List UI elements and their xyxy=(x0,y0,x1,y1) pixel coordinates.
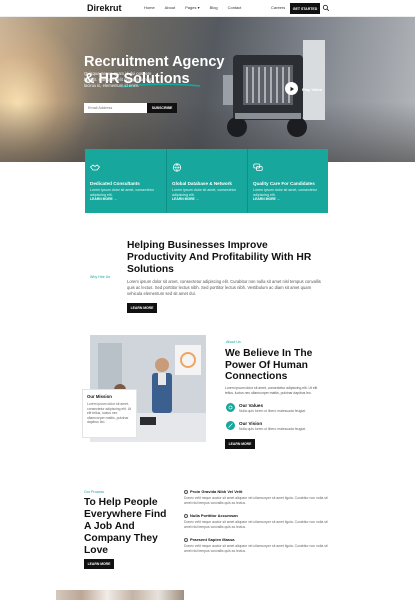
learn-more-button[interactable]: LEARN MORE xyxy=(225,439,255,449)
vision-title: Our Vision xyxy=(239,421,263,426)
careers-link[interactable]: Careers xyxy=(271,5,285,10)
menu-item-pages[interactable]: Pages ▾ xyxy=(185,5,199,10)
vision-item: Our Vision Nulla quis lorem ut libero ma… xyxy=(226,421,336,435)
menu-item-about[interactable]: About xyxy=(165,5,175,10)
search-icon[interactable] xyxy=(322,4,330,12)
service-title: Global Database & Network xyxy=(172,181,232,186)
play-video-label[interactable]: Play Video xyxy=(302,87,322,92)
service-title: Quality Care For Candidates xyxy=(253,181,315,186)
team-photo-strip xyxy=(56,590,184,600)
learn-more-button[interactable]: LEARN MORE xyxy=(84,559,114,569)
vision-icon xyxy=(226,421,235,430)
section-label: About Us xyxy=(226,340,241,344)
menu-item-home[interactable]: Home xyxy=(144,5,155,10)
step-circle-icon xyxy=(184,513,188,518)
section-label: Why Hire Us xyxy=(90,275,111,279)
handshake-icon xyxy=(89,164,101,171)
step-text: Donec velit neque auctor sit amet aliqua… xyxy=(184,496,328,505)
learn-more-link[interactable]: LEARN MORE → xyxy=(172,197,199,201)
step-title: Proin Gravida Nibh Vel Velit xyxy=(190,489,243,494)
globe-icon xyxy=(172,163,182,172)
values-icon xyxy=(226,403,235,412)
mission-title: Our Mission xyxy=(87,394,112,399)
service-cards: Dedicated Consultants Lorem ipsum dolor … xyxy=(85,149,328,213)
learn-more-link[interactable]: LEARN MORE → xyxy=(90,197,117,201)
mission-card: Our Mission Lorem ipsum dolor sit amet, … xyxy=(82,389,137,438)
process-step: Nulla Porttitor Accumsan Donec velit neq… xyxy=(184,513,329,530)
service-card: Quality Care For Candidates Lorem ipsum … xyxy=(247,149,328,213)
values-text: Nulla quis lorem ut libero malesuada feu… xyxy=(239,409,306,413)
subscribe-button[interactable]: SUBSCRIBE xyxy=(147,103,177,113)
email-input[interactable] xyxy=(84,103,147,113)
about-heading: We Believe In The Power Of Human Connect… xyxy=(225,348,313,382)
step-text: Donec velit neque auctor sit amet aliqua… xyxy=(184,520,328,529)
step-circle-icon xyxy=(184,537,188,542)
step-text: Donec velit neque auctor sit amet aliqua… xyxy=(184,544,328,553)
step-title: Nulla Porttitor Accumsan xyxy=(190,513,238,518)
help-paragraph: Lorem ipsum dolor sit amet, consectetur … xyxy=(127,279,321,296)
play-icon xyxy=(290,86,294,91)
top-navigation: Direkrut Home About Pages ▾ Blog Contact… xyxy=(0,0,415,17)
site-logo[interactable]: Direkrut xyxy=(87,3,122,13)
process-step: Proin Gravida Nibh Vel Velit Donec velit… xyxy=(184,489,329,506)
hero-description: Quisque neque quam id dui posuere blandi… xyxy=(84,71,152,88)
vision-text: Nulla quis lorem ut libero malesuada feu… xyxy=(239,427,306,431)
learn-more-button[interactable]: LEARN MORE xyxy=(127,303,157,313)
service-title: Dedicated Consultants xyxy=(90,181,140,186)
process-heading: To Help People Everywhere Find A Job And… xyxy=(84,497,167,556)
values-item: Our Values Nulla quis lorem ut libero ma… xyxy=(226,403,336,417)
about-paragraph: Lorem ipsum dolor sit amet, consectetur … xyxy=(225,386,318,395)
mission-text: Lorem ipsum dolor sit amet, consectetur … xyxy=(87,402,132,425)
play-video-button[interactable] xyxy=(285,82,298,95)
menu-item-blog[interactable]: Blog xyxy=(210,5,218,10)
step-title: Praesent Sapien Massa xyxy=(190,537,235,542)
learn-more-link[interactable]: LEARN MORE → xyxy=(253,197,280,201)
hero-title-line-1: Recruitment Agency xyxy=(84,54,225,70)
get-started-button[interactable]: GET STARTED xyxy=(290,3,320,14)
service-card: Dedicated Consultants Lorem ipsum dolor … xyxy=(85,149,166,213)
menu-item-contact[interactable]: Contact xyxy=(228,5,242,10)
main-menu: Home About Pages ▾ Blog Contact xyxy=(144,5,241,10)
hero-section: Recruitment Agency & HR Solutions xyxy=(0,17,415,162)
chat-icon xyxy=(253,163,263,171)
process-step: Praesent Sapien Massa Donec velit neque … xyxy=(184,537,329,554)
step-circle-icon xyxy=(184,489,188,494)
section-label: Our Process xyxy=(84,490,104,494)
service-card: Global Database & Network Lorem ipsum do… xyxy=(166,149,247,213)
values-title: Our Values xyxy=(239,403,264,408)
help-heading: Helping Businesses Improve Productivity … xyxy=(127,240,312,275)
